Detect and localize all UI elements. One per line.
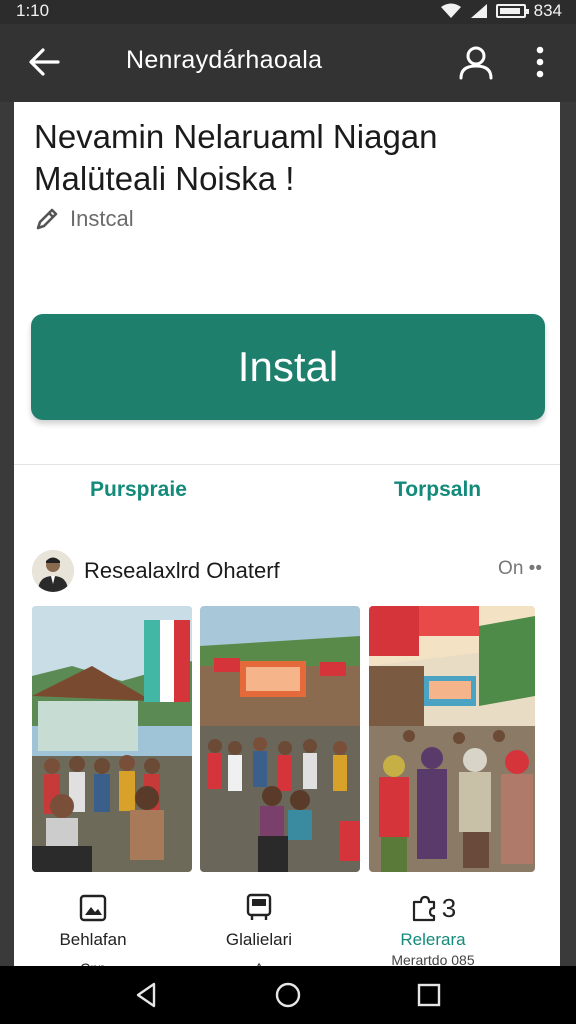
divider bbox=[14, 464, 560, 465]
subtitle-row: Instcal bbox=[34, 206, 134, 232]
dots-icon: •• bbox=[523, 558, 542, 579]
action-item-2[interactable]: Glalielari A bbox=[184, 892, 334, 976]
status-battery-text: 834 bbox=[533, 1, 562, 20]
nav-recents-icon[interactable] bbox=[414, 980, 444, 1010]
photo-icon bbox=[79, 894, 107, 922]
wifi-icon bbox=[440, 3, 461, 18]
subtitle-text: Instcal bbox=[70, 206, 134, 231]
post-photo-3[interactable] bbox=[369, 606, 535, 872]
post-more-label: On bbox=[498, 558, 524, 579]
more-vert-icon[interactable] bbox=[526, 42, 554, 82]
app-headline: Nevamin Nelaruaml Niagan Malüteali Noisk… bbox=[34, 118, 438, 197]
post-header: Resealaxlrd Ohaterf On •• bbox=[32, 548, 542, 594]
status-bar: 1:10 834 bbox=[0, 0, 576, 24]
action-item-1[interactable]: Behlafan Cnn bbox=[18, 892, 168, 976]
action-count-3: 3 bbox=[441, 892, 457, 923]
bus-icon bbox=[246, 893, 272, 920]
pencil-icon bbox=[36, 208, 58, 230]
action-label-1: Behlafan bbox=[59, 930, 127, 949]
nav-home-icon[interactable] bbox=[273, 980, 303, 1010]
avatar[interactable] bbox=[32, 550, 74, 592]
post-photo-1[interactable] bbox=[32, 606, 192, 872]
tab-left[interactable]: Purspraie bbox=[90, 478, 187, 502]
account-icon[interactable] bbox=[456, 42, 496, 82]
post-photo-2[interactable] bbox=[200, 606, 360, 872]
status-time: 1:10 bbox=[16, 1, 50, 20]
signal-icon bbox=[470, 4, 487, 18]
nav-back-icon[interactable] bbox=[132, 980, 162, 1010]
puzzle-icon bbox=[412, 895, 435, 922]
app-bar: Nenraydárhaoala bbox=[0, 24, 576, 102]
avatar-person-icon bbox=[32, 550, 74, 592]
system-nav-bar bbox=[0, 966, 576, 1024]
back-arrow-icon[interactable] bbox=[24, 42, 64, 82]
battery-icon bbox=[495, 4, 529, 18]
action-label-3: Relerara bbox=[400, 930, 466, 949]
status-icons: 834 bbox=[440, 1, 562, 21]
app-bar-title: Nenraydárhaoala bbox=[126, 46, 323, 74]
action-label-2: Glalielari bbox=[225, 930, 293, 949]
install-button[interactable]: Instal bbox=[31, 314, 545, 420]
action-item-3[interactable]: 3 Relerara Merartdo 085 bbox=[358, 892, 508, 969]
post-more-text[interactable]: On •• bbox=[498, 558, 542, 580]
tab-right[interactable]: Torpsaln bbox=[394, 478, 481, 502]
app-detail-card: Nevamin Nelaruaml Niagan Malüteali Noisk… bbox=[14, 102, 560, 976]
post-author[interactable]: Resealaxlrd Ohaterf bbox=[84, 558, 280, 584]
